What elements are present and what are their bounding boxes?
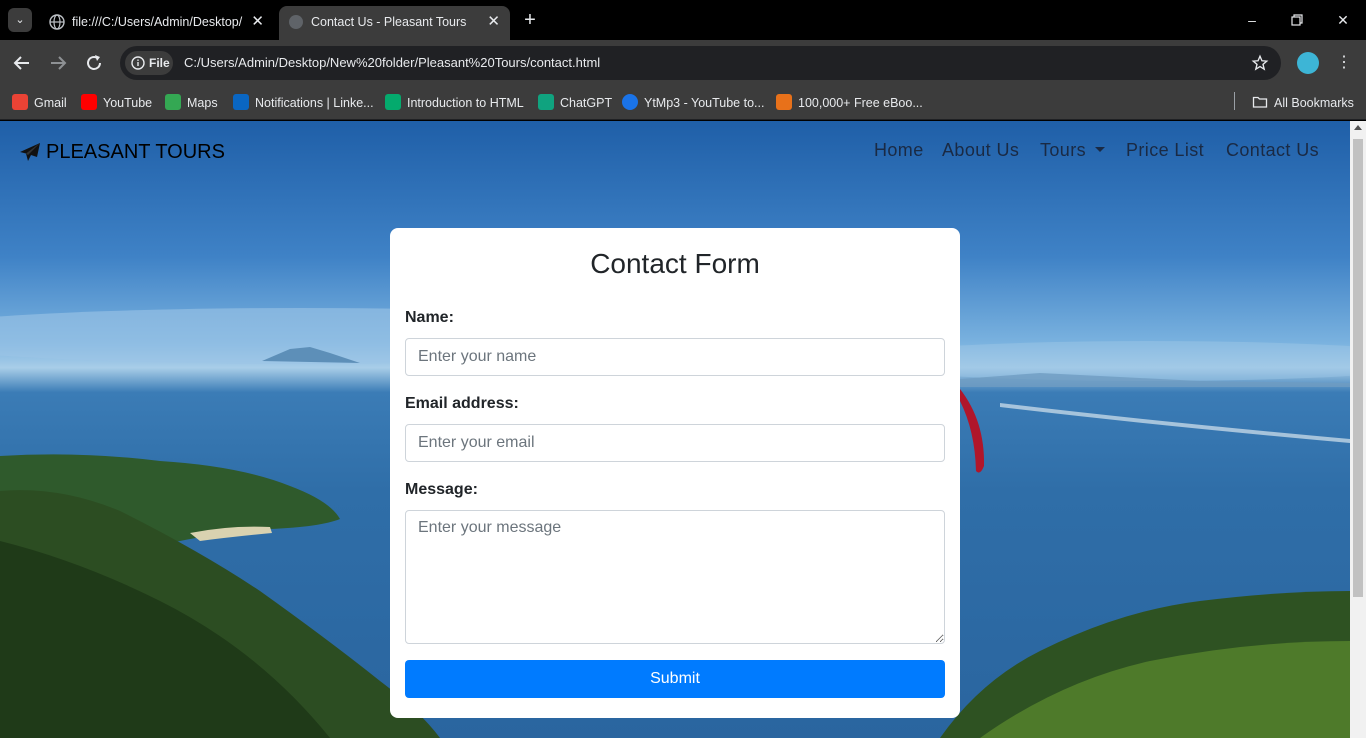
bookmark-chatgpt[interactable]: ChatGPT: [538, 93, 612, 113]
nav-price-list[interactable]: Price List: [1126, 138, 1204, 162]
bookmark-maps[interactable]: Maps: [165, 93, 218, 113]
bookmarks-bar: Gmail YouTube Maps Notifications | Linke…: [0, 86, 1366, 120]
profile-avatar[interactable]: [1297, 52, 1319, 74]
all-bookmarks[interactable]: All Bookmarks: [1252, 93, 1354, 113]
close-window-button[interactable]: ✕: [1331, 8, 1355, 32]
contact-form-card: Contact Form Name: Email address: Messag…: [390, 228, 960, 718]
nav-about-us[interactable]: About Us: [942, 138, 1019, 162]
restore-button[interactable]: [1285, 8, 1309, 32]
nav-home[interactable]: Home: [874, 138, 924, 162]
scroll-thumb[interactable]: [1353, 139, 1363, 597]
chatgpt-icon: [538, 94, 554, 110]
tab-strip: ⌄ file:///C:/Users/Admin/Desktop/ ✕ Cont…: [0, 0, 1366, 40]
maps-icon: [165, 94, 181, 110]
page-viewport: PLEASANT TOURS Home About Us Tours Price…: [0, 121, 1350, 738]
globe-icon: [289, 15, 303, 29]
forward-arrow-icon[interactable]: [46, 51, 70, 75]
bookmark-gmail[interactable]: Gmail: [12, 93, 67, 113]
tab-title: file:///C:/Users/Admin/Desktop/: [72, 15, 243, 29]
tab-contact-us[interactable]: Contact Us - Pleasant Tours ✕: [279, 6, 510, 40]
ebook-icon: [776, 94, 792, 110]
chevron-down-icon: ⌄: [15, 14, 25, 26]
name-label: Name:: [405, 309, 454, 326]
more-menu-icon[interactable]: ⋮: [1334, 51, 1354, 75]
page-scrollbar[interactable]: [1350, 121, 1366, 738]
message-textarea[interactable]: [405, 510, 945, 644]
close-icon[interactable]: ✕: [251, 13, 264, 31]
globe-icon: [49, 14, 65, 30]
email-input[interactable]: [405, 424, 945, 462]
name-input[interactable]: [405, 338, 945, 376]
scroll-up-arrow-icon[interactable]: [1354, 125, 1362, 130]
reload-icon[interactable]: [82, 51, 106, 75]
info-icon: [131, 56, 145, 70]
submit-button[interactable]: Submit: [405, 660, 945, 698]
chip-label: File: [149, 56, 170, 70]
site-info-chip[interactable]: File: [125, 51, 173, 75]
brand-name: PLEASANT TOURS: [46, 141, 225, 163]
url-text[interactable]: C:/Users/Admin/Desktop/New%20folder/Plea…: [184, 55, 600, 71]
bookmarks-divider: [1234, 92, 1235, 110]
gmail-icon: [12, 94, 28, 110]
email-label: Email address:: [405, 395, 519, 412]
back-arrow-icon[interactable]: [10, 51, 34, 75]
tab-file[interactable]: file:///C:/Users/Admin/Desktop/ ✕: [40, 6, 274, 40]
form-title: Contact Form: [590, 248, 760, 279]
browser-toolbar: File C:/Users/Admin/Desktop/New%20folder…: [0, 40, 1366, 86]
new-tab-button[interactable]: +: [518, 9, 542, 33]
caret-down-icon: [1095, 147, 1106, 152]
tab-search-button[interactable]: ⌄: [8, 8, 32, 32]
nav-contact-us[interactable]: Contact Us: [1226, 138, 1319, 162]
minimize-button[interactable]: –: [1240, 8, 1264, 32]
bookmark-star-icon[interactable]: [1251, 54, 1269, 72]
linkedin-icon: [233, 94, 249, 110]
bookmark-linkedin[interactable]: Notifications | Linke...: [233, 93, 374, 113]
tab-title: Contact Us - Pleasant Tours: [311, 15, 467, 29]
bookmark-youtube[interactable]: YouTube: [81, 93, 152, 113]
restore-icon: [1291, 14, 1303, 26]
nav-tours-dropdown[interactable]: Tours: [1040, 138, 1106, 162]
address-bar[interactable]: File C:/Users/Admin/Desktop/New%20folder…: [120, 46, 1281, 80]
bookmark-ebooks[interactable]: 100,000+ Free eBoo...: [776, 93, 923, 113]
ytmp3-icon: [622, 94, 638, 110]
message-label: Message:: [405, 481, 478, 498]
youtube-icon: [81, 94, 97, 110]
nav-tours-label: Tours: [1040, 140, 1087, 160]
close-icon[interactable]: ✕: [487, 13, 500, 31]
bookmark-ytmp3[interactable]: YtMp3 - YouTube to...: [622, 93, 764, 113]
w3schools-icon: [385, 94, 401, 110]
airplane-icon: [20, 143, 40, 161]
bookmark-w3schools[interactable]: Introduction to HTML: [385, 93, 524, 113]
folder-icon: [1252, 96, 1268, 108]
